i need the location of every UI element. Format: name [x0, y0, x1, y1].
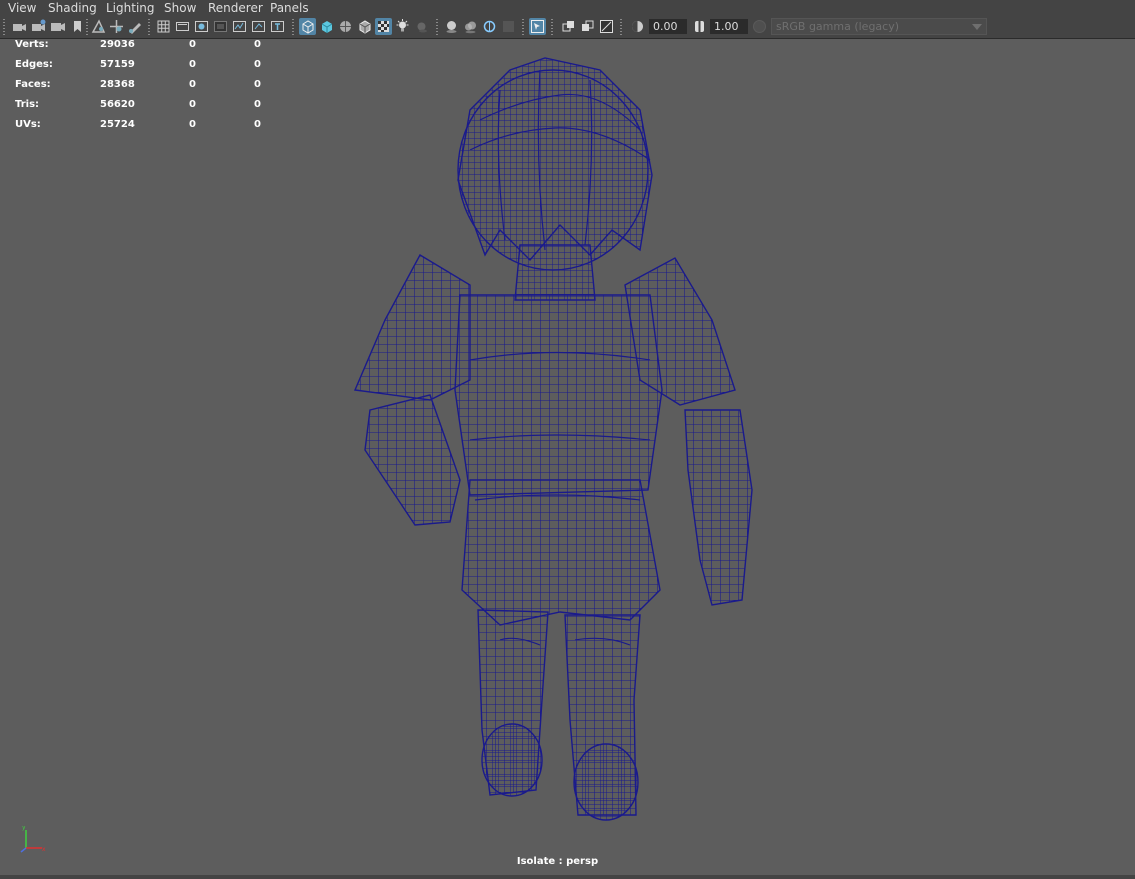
menu-lighting[interactable]: Lighting [106, 1, 155, 15]
image-plane-icon[interactable] [90, 18, 107, 35]
hud-row-edges: Edges: 57159 0 0 [0, 58, 270, 78]
svg-text:x: x [42, 846, 46, 853]
wireframe-icon[interactable] [299, 18, 316, 35]
toolbar-separator [436, 19, 438, 35]
resolution-gate-icon[interactable] [193, 18, 210, 35]
exposure-field[interactable]: 0.00 [649, 19, 687, 34]
hud-value-object: 29036 [100, 39, 135, 50]
view-axis-icon: y x [20, 826, 46, 853]
hud-value-object: 28368 [100, 79, 135, 90]
hud-value-object: 57159 [100, 59, 135, 70]
anti-aliasing-icon[interactable] [481, 18, 498, 35]
menu-show[interactable]: Show [164, 1, 196, 15]
menu-shading[interactable]: Shading [48, 1, 97, 15]
depth-of-field-icon[interactable] [500, 18, 517, 35]
film-gate-icon[interactable] [49, 18, 66, 35]
hair-mesh [457, 57, 653, 262]
hud-value-object: 25724 [100, 119, 135, 130]
toolbar-separator [620, 19, 622, 35]
hud-value-component: 0 [254, 39, 261, 50]
panel-bottom-border [0, 875, 1135, 879]
isolate-select-icon[interactable] [529, 18, 546, 35]
hud-value-selected: 0 [189, 99, 196, 110]
xray-active-icon[interactable] [579, 18, 596, 35]
panel-menu-bar: View Shading Lighting Show Renderer Pane… [0, 0, 1135, 16]
camera-label: Isolate : persp [516, 856, 599, 867]
toolbar-separator [292, 19, 294, 35]
hud-value-component: 0 [254, 79, 261, 90]
motion-blur-icon[interactable] [462, 18, 479, 35]
screen-space-ao-icon[interactable] [443, 18, 460, 35]
hud-value-component: 0 [254, 119, 261, 130]
hud-value-object: 56620 [100, 99, 135, 110]
hud-value-selected: 0 [189, 39, 196, 50]
xray-icon[interactable] [375, 18, 392, 35]
color-management-icon[interactable] [753, 20, 766, 33]
shadows-icon[interactable] [413, 18, 430, 35]
left-boot-mesh [481, 723, 543, 797]
left-arm-mesh [364, 394, 461, 526]
safe-title-icon[interactable] [269, 18, 286, 35]
hud-value-selected: 0 [189, 79, 196, 90]
hud-value-selected: 0 [189, 119, 196, 130]
left-shoulder-mesh [353, 254, 471, 401]
right-arm-mesh [684, 409, 753, 606]
camera-attributes-icon[interactable] [30, 18, 47, 35]
menu-panels[interactable]: Panels [270, 1, 309, 15]
bookmark-icon[interactable] [69, 18, 86, 35]
svg-text:y: y [22, 826, 26, 831]
toolbar-separator [148, 19, 150, 35]
hud-row-verts: Verts: 29036 0 0 [0, 38, 270, 58]
gamma-icon[interactable] [691, 18, 708, 35]
panel-toolbar: 0.00 1.00 sRGB gamma (legacy) [0, 16, 1135, 39]
wireframe-on-shaded-icon[interactable] [356, 18, 373, 35]
shade-wireframe-icon[interactable] [337, 18, 354, 35]
xray-joints-icon[interactable] [560, 18, 577, 35]
maya-viewport-panel: { "menu": [ {"id":"view","label":"View"}… [0, 0, 1135, 879]
toolbar-separator [551, 19, 553, 35]
gate-mask-icon[interactable] [212, 18, 229, 35]
character-wireframe-model[interactable] [340, 50, 770, 830]
safe-action-icon[interactable] [250, 18, 267, 35]
hud-label: Faces: [15, 79, 51, 90]
field-chart-icon[interactable] [231, 18, 248, 35]
hud-row-faces: Faces: 28368 0 0 [0, 78, 270, 98]
menu-renderer[interactable]: Renderer [208, 1, 263, 15]
chevron-down-icon [972, 24, 982, 30]
hud-label: Verts: [15, 39, 49, 50]
smooth-shade-icon[interactable] [318, 18, 335, 35]
hud-value-component: 0 [254, 59, 261, 70]
toolbar-separator [86, 19, 88, 35]
menu-view[interactable]: View [8, 1, 36, 15]
grid-icon[interactable] [155, 18, 172, 35]
hud-row-uvs: UVs: 25724 0 0 [0, 118, 270, 138]
grease-pencil-icon[interactable] [127, 18, 144, 35]
hud-row-tris: Tris: 56620 0 0 [0, 98, 270, 118]
skirt-mesh [461, 479, 661, 626]
hud-value-component: 0 [254, 99, 261, 110]
hud-label: Edges: [15, 59, 53, 70]
hud-label: Tris: [15, 99, 40, 110]
toolbar-separator [3, 19, 5, 35]
backface-icon[interactable] [598, 18, 615, 35]
hud-value-selected: 0 [189, 59, 196, 70]
color-space-dropdown[interactable]: sRGB gamma (legacy) [771, 18, 987, 35]
gamma-field[interactable]: 1.00 [710, 19, 748, 34]
camera-pan-icon[interactable] [108, 18, 125, 35]
right-boot-mesh [573, 743, 639, 821]
use-lights-icon[interactable] [394, 18, 411, 35]
color-space-value: sRGB gamma (legacy) [776, 20, 900, 33]
hud-label: UVs: [15, 119, 41, 130]
exposure-icon[interactable] [629, 18, 646, 35]
film-gate-toggle-icon[interactable] [174, 18, 191, 35]
camera-select-icon[interactable] [11, 18, 28, 35]
toolbar-separator [522, 19, 524, 35]
